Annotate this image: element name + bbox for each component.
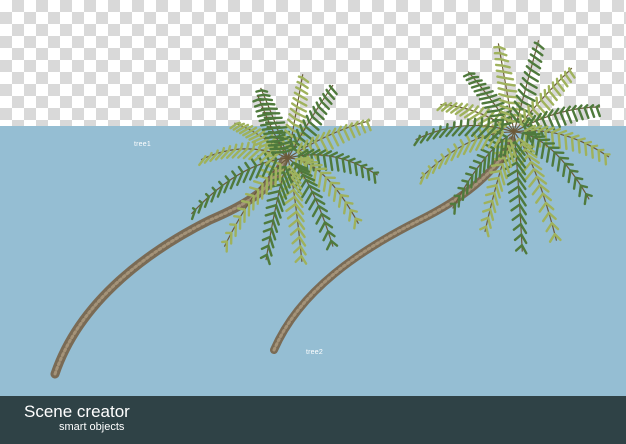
tree1-label: tree1 — [134, 141, 151, 148]
footer-subtitle: smart objects — [59, 421, 125, 433]
tree2-label: tree2 — [306, 349, 323, 356]
palm-tree-2 — [270, 40, 611, 354]
palm-tree-1-trunk — [50, 155, 289, 379]
palm-tree-1 — [50, 74, 380, 379]
palm-tree-1-fronds — [190, 74, 380, 266]
palm-trees-illustration — [50, 40, 611, 379]
footer-title: Scene creator — [24, 402, 130, 421]
palm-tree-2-fronds — [413, 40, 611, 255]
